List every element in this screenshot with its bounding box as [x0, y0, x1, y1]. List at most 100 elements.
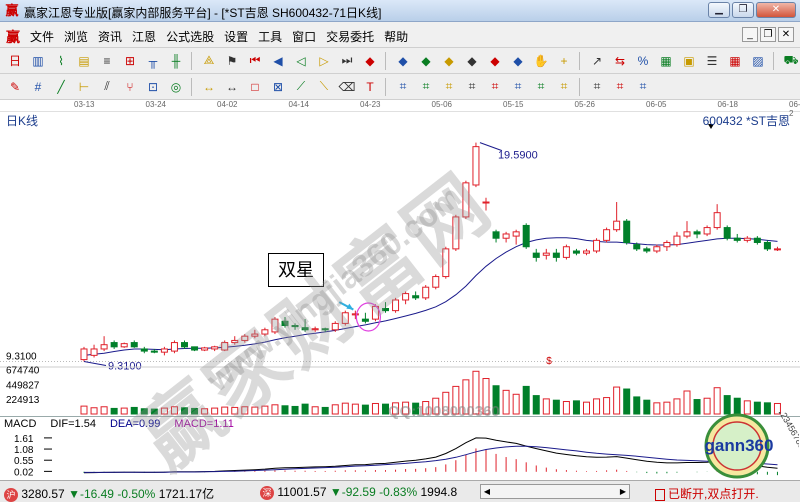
menu-item[interactable]: 工具 [258, 28, 282, 45]
list-icon[interactable]: ☰ [701, 51, 723, 71]
candle-body [382, 308, 389, 312]
truck-icon[interactable]: ⛟ [780, 51, 800, 71]
menu-item[interactable]: 公式选股 [166, 28, 214, 45]
flag-icon[interactable]: ⚑ [221, 51, 243, 71]
first-icon[interactable]: ⏮ [244, 51, 266, 71]
crosshair-icon[interactable]: + [553, 51, 575, 71]
table-icon[interactable]: ▦ [724, 51, 746, 71]
play-back-icon[interactable]: ◁ [290, 51, 312, 71]
diamond-icon[interactable]: ◆ [461, 51, 483, 71]
prev-icon[interactable]: ◀ [267, 51, 289, 71]
gann-box-icon[interactable]: ⊠ [267, 77, 289, 97]
draw-icon[interactable]: ⌗ [415, 77, 437, 97]
play-icon[interactable]: ▷ [313, 51, 335, 71]
candle-body [583, 250, 590, 254]
menu-item[interactable]: 资讯 [98, 28, 122, 45]
draw-icon[interactable]: ⌗ [461, 77, 483, 97]
menu-item[interactable]: 交易委托 [326, 28, 374, 45]
sh-index-status[interactable]: 沪 3280.57 ▼-16.49 -0.50% 1721.17亿 [4, 485, 214, 502]
line-chart-icon[interactable]: ⌇ [50, 51, 72, 71]
candle-body [291, 325, 299, 328]
square-icon[interactable]: □ [244, 77, 266, 97]
draw-icon[interactable]: ⌗ [586, 77, 608, 97]
candle-body [743, 237, 751, 241]
mdi-close-button[interactable]: ✕ [778, 27, 794, 42]
pencil-icon[interactable]: ✎ [4, 77, 26, 97]
chart-icon[interactable]: ▨ [747, 51, 769, 71]
diamond-icon[interactable]: ◆ [438, 51, 460, 71]
connection-status[interactable]: 已断开,双点打开. [655, 485, 759, 502]
arrow-tool-icon[interactable]: ↔ [198, 77, 220, 97]
macd-chart[interactable]: 1.611.080.550.02 [0, 432, 800, 480]
diamond-icon[interactable]: ◆ [392, 51, 414, 71]
scroll-left-icon[interactable]: ◀ [481, 485, 493, 498]
channel-icon[interactable]: ⫽ [96, 77, 118, 97]
text-icon[interactable]: T [359, 77, 381, 97]
period-label[interactable]: 日K线 [6, 112, 38, 129]
volume-bar [683, 390, 691, 415]
diagonal-icon[interactable]: ⟍ [313, 77, 335, 97]
toolbar-separator [773, 51, 779, 70]
circle-grid-icon[interactable]: ◎ [165, 77, 187, 97]
indicator-icon[interactable]: ▤ [73, 51, 95, 71]
status-scrollbar[interactable]: ◀ ▶ [480, 484, 630, 499]
restore-button[interactable]: ❐ [732, 2, 754, 18]
bar-icon[interactable]: ╫ [165, 51, 187, 71]
candle-icon[interactable]: ▥ [27, 51, 49, 71]
percent-icon[interactable]: % [632, 51, 654, 71]
minimize-button[interactable]: ▁ [708, 2, 730, 18]
close-button[interactable]: ✕ [756, 2, 796, 18]
arrow-tool-icon[interactable]: ↔ [221, 77, 243, 97]
gann-fan-icon[interactable]: ⟁ [198, 51, 220, 71]
tower-icon[interactable]: ╥ [142, 51, 164, 71]
diamond-icon[interactable]: ◆ [507, 51, 529, 71]
diamond-icon[interactable]: ◆ [415, 51, 437, 71]
hand-icon[interactable]: ✋ [530, 51, 552, 71]
draw-icon[interactable]: ⌗ [632, 77, 654, 97]
stack-icon[interactable]: ≡ [96, 51, 118, 71]
sz-index-status[interactable]: 深 11001.57 ▼-92.59 -0.83% 1994.8 [260, 485, 457, 500]
period-selector-icon[interactable]: 日 [4, 51, 26, 71]
diamond-icon[interactable]: ◆ [359, 51, 381, 71]
scroll-right-icon[interactable]: ▶ [617, 485, 629, 498]
draw-icon[interactable]: ⌗ [438, 77, 460, 97]
macd-name[interactable]: MACD [4, 418, 36, 432]
gann-square-icon[interactable]: ⊡ [142, 77, 164, 97]
candle-body [140, 348, 148, 352]
draw-icon[interactable]: ⌗ [609, 77, 631, 97]
draw-icon[interactable]: ⌗ [507, 77, 529, 97]
candle-body [191, 346, 199, 351]
draw-icon[interactable]: ⌗ [484, 77, 506, 97]
fork-icon[interactable]: ⑂ [119, 77, 141, 97]
eraser-icon[interactable]: ⌫ [336, 77, 358, 97]
menu-item[interactable]: 江恩 [132, 28, 156, 45]
report-icon[interactable]: ▣ [678, 51, 700, 71]
calculator-icon[interactable]: ▦ [655, 51, 677, 71]
menu-item[interactable]: 设置 [224, 28, 248, 45]
annotation-double-star: 双星 [268, 253, 324, 287]
grid-icon[interactable]: # [27, 77, 49, 97]
app-icon: 赢 [5, 3, 19, 18]
draw-icon[interactable]: ⌗ [553, 77, 575, 97]
fan-icon[interactable]: ⟋ [290, 77, 312, 97]
compare-icon[interactable]: ⇆ [609, 51, 631, 71]
menu-item[interactable]: 帮助 [384, 28, 408, 45]
multi-chart-icon[interactable]: ⊞ [119, 51, 141, 71]
trend-icon[interactable]: ↗ [586, 51, 608, 71]
menu-item[interactable]: 浏览 [64, 28, 88, 45]
line-tool-icon[interactable]: ╱ [50, 77, 72, 97]
mdi-minimize-button[interactable]: _ [742, 27, 758, 42]
menu-item[interactable]: 窗口 [292, 28, 316, 45]
connection-icon [655, 488, 665, 501]
next-icon[interactable]: ⏭ [336, 51, 358, 71]
kline-chart[interactable]: 9.310019.59009.3100 $674740449827224913 [0, 128, 800, 416]
candle-body [562, 246, 570, 258]
mdi-restore-button[interactable]: ❐ [760, 27, 776, 42]
menu-item[interactable]: 文件 [30, 28, 54, 45]
volume-bar [351, 403, 359, 415]
candle-body [422, 286, 430, 299]
draw-icon[interactable]: ⌗ [392, 77, 414, 97]
draw-icon[interactable]: ⌗ [530, 77, 552, 97]
ruler-icon[interactable]: ⊢ [73, 77, 95, 97]
diamond-icon[interactable]: ◆ [484, 51, 506, 71]
